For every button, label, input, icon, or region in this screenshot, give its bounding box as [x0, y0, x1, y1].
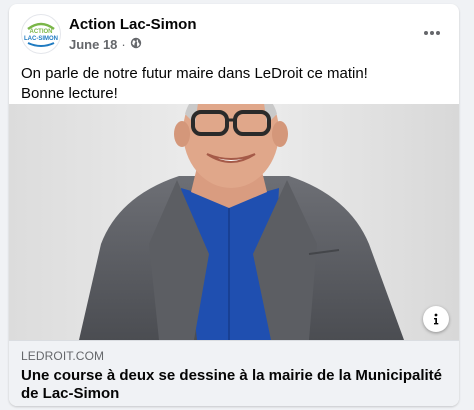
link-headline[interactable]: Une course à deux se dessine à la mairie… — [21, 367, 447, 403]
page-name[interactable]: Action Lac-Simon — [69, 16, 197, 33]
globe-icon — [130, 37, 142, 52]
link-preview-image[interactable] — [9, 104, 459, 340]
logo-line1: ACTION — [30, 29, 53, 35]
post-meta: June 18 · — [69, 37, 142, 52]
post-text-line-2: Bonne lecture! — [21, 85, 118, 102]
logo-line2: LAC-SIMON — [24, 36, 58, 42]
link-domain: LEDROIT.COM — [21, 349, 105, 363]
info-button[interactable] — [423, 306, 449, 332]
page-avatar[interactable]: ACTION LAC-SIMON — [21, 14, 61, 54]
post-header: ACTION LAC-SIMON Action Lac-Simon June 1… — [21, 14, 447, 60]
link-preview[interactable]: LEDROIT.COM Une course à deux se dessine… — [9, 340, 459, 406]
meta-separator: · — [121, 37, 126, 52]
post-text: On parle de notre futur maire dans LeDro… — [21, 64, 447, 104]
post-date[interactable]: June 18 — [69, 37, 117, 52]
action-lac-simon-logo: ACTION LAC-SIMON — [24, 22, 58, 47]
more-options-icon — [424, 31, 440, 35]
man-portrait-photo — [9, 104, 459, 340]
more-options-button[interactable] — [417, 18, 447, 48]
info-icon — [434, 313, 439, 325]
post-card: ACTION LAC-SIMON Action Lac-Simon June 1… — [9, 4, 459, 406]
post-text-line-1: On parle de notre futur maire dans LeDro… — [21, 65, 368, 82]
